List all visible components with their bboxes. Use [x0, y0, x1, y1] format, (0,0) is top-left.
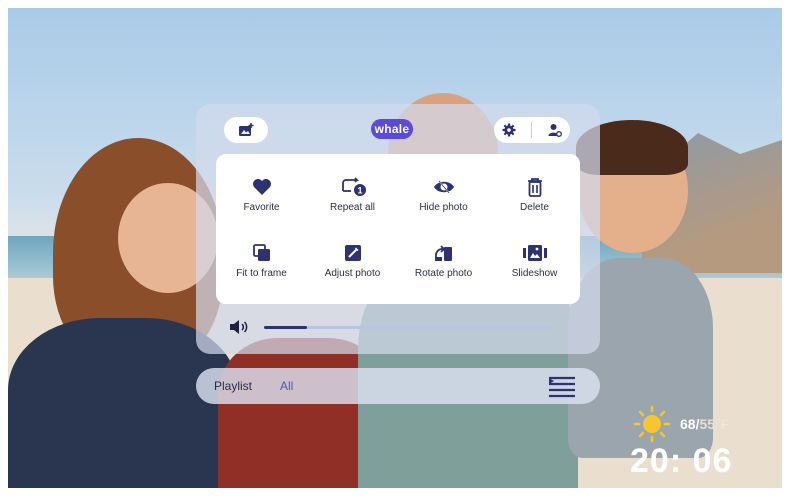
- volume-button[interactable]: [229, 319, 249, 340]
- actions-grid: Favorite 1 Repeat all Hide photo Delete …: [216, 154, 580, 304]
- settings-group: [494, 117, 570, 143]
- weather-clock-widget: 68/55°F 20: 06: [630, 404, 772, 484]
- temperature-low: 55°F: [699, 416, 730, 432]
- adjust-photo-button[interactable]: Adjust photo: [307, 242, 398, 282]
- repeat-all-button[interactable]: 1 Repeat all: [307, 176, 398, 216]
- fit-to-frame-button[interactable]: Fit to frame: [216, 242, 307, 282]
- app-logo: whale: [371, 119, 413, 139]
- slideshow-button[interactable]: Slideshow: [489, 242, 580, 282]
- rotate-photo-label: Rotate photo: [414, 268, 473, 279]
- playlist-value[interactable]: All: [280, 379, 293, 393]
- fit-to-frame-label: Fit to frame: [236, 268, 287, 279]
- volume-level: [264, 326, 308, 329]
- volume-slider[interactable]: [264, 326, 552, 329]
- hide-photo-button[interactable]: Hide photo: [398, 176, 489, 216]
- delete-button[interactable]: Delete: [489, 176, 580, 216]
- playlist-bar[interactable]: Playlist All: [196, 368, 600, 404]
- user-settings-icon: [548, 124, 563, 137]
- list-icon: [549, 376, 575, 398]
- repeat-icon: 1: [341, 177, 366, 196]
- playlist-menu-button[interactable]: [548, 376, 576, 403]
- heart-icon: [252, 179, 271, 195]
- gear-icon: [502, 123, 516, 137]
- hide-photo-label: Hide photo: [419, 202, 468, 213]
- add-photo-button[interactable]: [224, 117, 268, 143]
- eye-hide-icon: [433, 180, 454, 194]
- photo-options-panel: whale Favorite 1 Repeat all Hide photo D…: [196, 104, 600, 354]
- rotate-icon: [434, 245, 452, 261]
- adjust-icon: [344, 245, 361, 261]
- fit-frame-icon: [252, 244, 270, 261]
- add-photo-icon: [239, 123, 254, 136]
- sun-icon: [633, 405, 671, 443]
- favorite-button[interactable]: Favorite: [216, 176, 307, 216]
- trash-icon: [527, 178, 542, 197]
- repeat-all-label: Repeat all: [329, 202, 376, 213]
- temperature-high: 68/: [680, 416, 700, 432]
- settings-button[interactable]: [502, 123, 516, 137]
- adjust-photo-label: Adjust photo: [324, 268, 381, 279]
- favorite-label: Favorite: [243, 202, 280, 213]
- speaker-icon: [230, 320, 248, 334]
- account-button[interactable]: [548, 123, 563, 137]
- delete-label: Delete: [520, 202, 549, 213]
- slideshow-icon: [522, 245, 547, 261]
- svg-text:1: 1: [357, 186, 362, 196]
- temperature: 68/55°F: [680, 416, 729, 432]
- clock-time: 20: 06: [630, 442, 733, 480]
- divider: [531, 122, 533, 138]
- rotate-photo-button[interactable]: Rotate photo: [398, 242, 489, 282]
- slideshow-label: Slideshow: [511, 268, 558, 279]
- playlist-title: Playlist: [214, 379, 253, 393]
